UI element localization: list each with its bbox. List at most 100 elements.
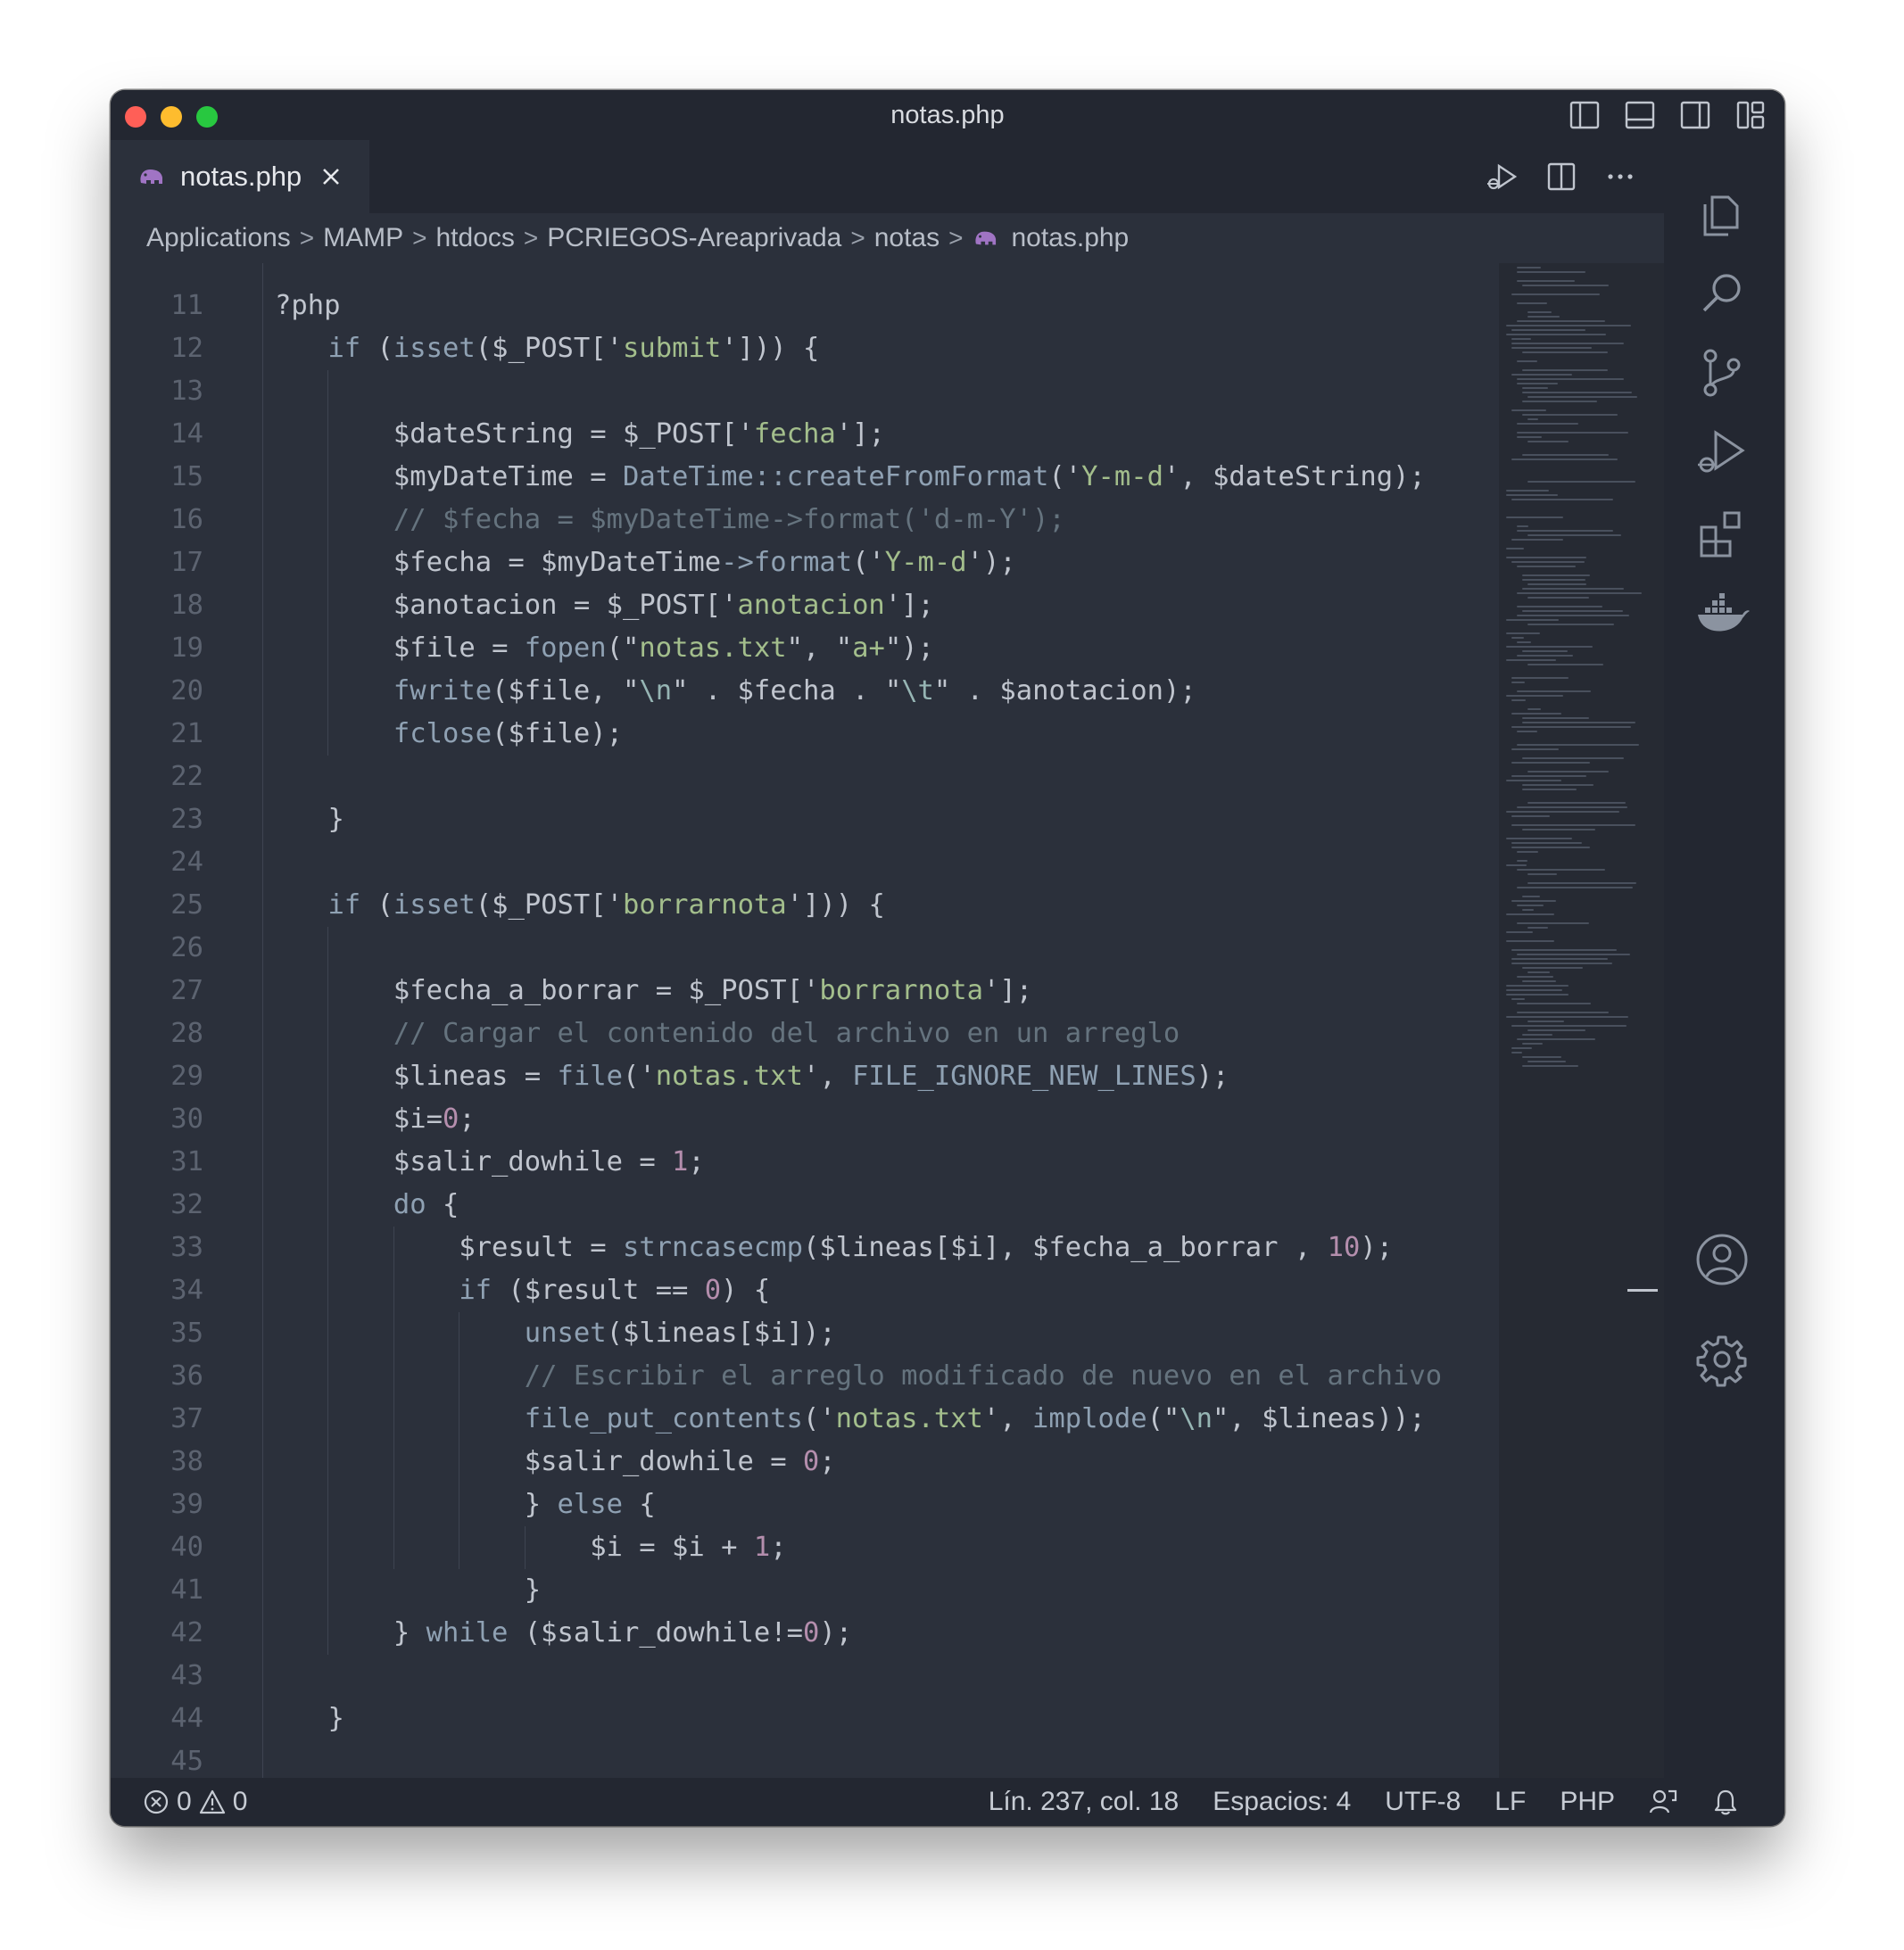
split-editor-icon[interactable] xyxy=(1544,160,1578,194)
minimap-line xyxy=(1517,731,1537,732)
line-number: 24 xyxy=(170,847,203,878)
minimap-line xyxy=(1522,909,1534,911)
code-line[interactable]: 27 $fecha_a_borrar = $_POST['borrarnota']… xyxy=(111,970,1499,1012)
minimap-line xyxy=(1511,561,1585,563)
eol-setting[interactable]: LF xyxy=(1494,1787,1526,1817)
minimap-line xyxy=(1517,592,1642,594)
more-actions-icon[interactable] xyxy=(1603,160,1637,194)
code-line[interactable]: 35 unset($lineas[$i]); xyxy=(111,1312,1499,1355)
code-line[interactable]: 34 if ($result == 0) { xyxy=(111,1269,1499,1312)
code-line[interactable]: 43 xyxy=(111,1655,1499,1698)
php-elephant-icon xyxy=(975,231,997,245)
indentation-setting[interactable]: Espacios: 4 xyxy=(1213,1787,1351,1817)
code-line[interactable]: 12 if (isset($_POST['submit'])) { xyxy=(111,327,1499,370)
code-editor[interactable]: ?php 11 12 if (isset($_POST['submit'])) {1… xyxy=(111,263,1499,1778)
code-line[interactable]: 25 if (isset($_POST['borrarnota'])) { xyxy=(111,884,1499,927)
code-token: ']; xyxy=(884,590,934,621)
status-bar-right: Lín. 237, col. 18 Espacios: 4 UTF-8 LF P… xyxy=(989,1787,1740,1817)
search-icon[interactable] xyxy=(1693,265,1751,324)
notifications-bell-icon[interactable] xyxy=(1711,1788,1740,1816)
code-line[interactable]: 18 $anotacion = $_POST['anotacion']; xyxy=(111,584,1499,627)
breadcrumb-item-notas[interactable]: notas xyxy=(874,223,940,253)
minimap-line xyxy=(1511,347,1592,349)
code-line[interactable]: 11 xyxy=(111,285,1499,327)
run-and-debug-icon[interactable] xyxy=(1693,424,1751,483)
customize-layout-icon[interactable] xyxy=(1734,99,1767,131)
minimap-line xyxy=(1517,383,1558,384)
code-token: strncasecmp xyxy=(622,1232,803,1263)
minimap-line xyxy=(1506,516,1563,518)
minimap[interactable] xyxy=(1499,263,1664,1778)
code-line[interactable]: 42} while ($salir_dowhile!=0); xyxy=(111,1612,1499,1655)
code-line[interactable]: 20 fwrite($file, "\n" . $fecha . "\t" . $… xyxy=(111,670,1499,713)
code-line[interactable]: 33 $result = strncasecmp($lineas[$i], $fe… xyxy=(111,1227,1499,1269)
code-line[interactable]: 17 $fecha = $myDateTime->format('Y-m-d'); xyxy=(111,541,1499,584)
code-token: while xyxy=(426,1617,525,1648)
code-text: // $fecha = $myDateTime->format('d-m-Y')… xyxy=(393,499,1065,541)
code-line[interactable]: 36 // Escribir el arreglo modificado de n… xyxy=(111,1355,1499,1398)
minimap-line xyxy=(1511,963,1612,964)
language-mode[interactable]: PHP xyxy=(1560,1787,1615,1817)
cursor-position[interactable]: Lín. 237, col. 18 xyxy=(989,1787,1180,1817)
toggle-panel-icon[interactable] xyxy=(1624,99,1656,131)
code-token: if xyxy=(459,1275,509,1306)
breadcrumb-item-file[interactable]: notas.php xyxy=(1011,223,1129,253)
tab-notas-php[interactable]: notas.php xyxy=(111,140,369,213)
code-line[interactable]: 21 fclose($file); xyxy=(111,713,1499,756)
code-line[interactable]: 30 $i=0; xyxy=(111,1098,1499,1141)
close-tab-icon[interactable] xyxy=(319,165,343,188)
code-line[interactable]: 13 xyxy=(111,370,1499,413)
code-line[interactable]: 26 xyxy=(111,927,1499,970)
line-number: 28 xyxy=(170,1018,203,1049)
code-token: $_POST xyxy=(622,418,722,450)
code-token: ( xyxy=(492,675,509,706)
breadcrumb-item-project[interactable]: PCRIEGOS-Areaprivada xyxy=(547,223,841,253)
extensions-icon[interactable] xyxy=(1693,504,1751,563)
code-line[interactable]: 41} xyxy=(111,1569,1499,1612)
minimap-line xyxy=(1517,869,1605,871)
code-line[interactable]: 38 $salir_dowhile = 0; xyxy=(111,1441,1499,1483)
run-debug-icon[interactable] xyxy=(1486,160,1519,194)
code-line[interactable]: 14 $dateString = $_POST['fecha']; xyxy=(111,413,1499,456)
code-line[interactable]: 28 // Cargar el contenido del archivo en … xyxy=(111,1012,1499,1055)
code-line[interactable]: 15 $myDateTime = DateTime::createFromForm… xyxy=(111,456,1499,499)
breadcrumb-item-htdocs[interactable]: htdocs xyxy=(435,223,514,253)
breadcrumb-item-mamp[interactable]: MAMP xyxy=(323,223,403,253)
line-number: 18 xyxy=(170,590,203,621)
code-text: file_put_contents('notas.txt', implode("… xyxy=(525,1398,1426,1441)
problems-indicator[interactable]: 0 0 xyxy=(143,1787,247,1817)
code-token: $dateString xyxy=(393,418,574,450)
code-line[interactable]: 39} else { xyxy=(111,1483,1499,1526)
code-line[interactable]: 19 $file = fopen("notas.txt", "a+"); xyxy=(111,627,1499,670)
explorer-icon[interactable] xyxy=(1693,185,1751,244)
encoding-setting[interactable]: UTF-8 xyxy=(1385,1787,1461,1817)
toggle-primary-sidebar-icon[interactable] xyxy=(1569,99,1601,131)
code-line[interactable]: 16 // $fecha = $myDateTime->format('d-m-Y… xyxy=(111,499,1499,541)
editor-window: notas.php notas.php Applications > MAMP … xyxy=(111,90,1784,1826)
code-line[interactable]: 22 xyxy=(111,756,1499,798)
code-line[interactable]: 44} xyxy=(111,1698,1499,1740)
code-text: $fecha_a_borrar = $_POST['borrarnota']; xyxy=(393,970,1032,1012)
account-icon[interactable] xyxy=(1693,1230,1751,1289)
line-number: 27 xyxy=(170,975,203,1006)
code-line[interactable]: 31 $salir_dowhile = 1; xyxy=(111,1141,1499,1184)
docker-icon[interactable] xyxy=(1693,584,1751,643)
gear-icon[interactable] xyxy=(1693,1330,1751,1389)
code-token: } xyxy=(327,1703,344,1734)
code-token: file xyxy=(557,1061,623,1092)
code-line[interactable]: 23} xyxy=(111,798,1499,841)
code-line[interactable]: 37 file_put_contents('notas.txt', implode… xyxy=(111,1398,1499,1441)
minimap-line xyxy=(1511,409,1546,411)
code-line[interactable]: 29 $lineas = file('notas.txt', FILE_IGNOR… xyxy=(111,1055,1499,1098)
code-token: $i xyxy=(950,1232,983,1263)
code-line[interactable]: 32 do { xyxy=(111,1184,1499,1227)
code-line[interactable]: 40 $i = $i + 1; xyxy=(111,1526,1499,1569)
code-line[interactable]: 45 xyxy=(111,1740,1499,1778)
minimap-line xyxy=(1506,1016,1628,1018)
breadcrumb-item-applications[interactable]: Applications xyxy=(146,223,291,253)
code-line[interactable]: 24 xyxy=(111,841,1499,884)
source-control-icon[interactable] xyxy=(1693,343,1751,402)
minimap-line xyxy=(1511,815,1550,817)
toggle-secondary-sidebar-icon[interactable] xyxy=(1679,99,1711,131)
live-share-icon[interactable] xyxy=(1649,1788,1677,1816)
